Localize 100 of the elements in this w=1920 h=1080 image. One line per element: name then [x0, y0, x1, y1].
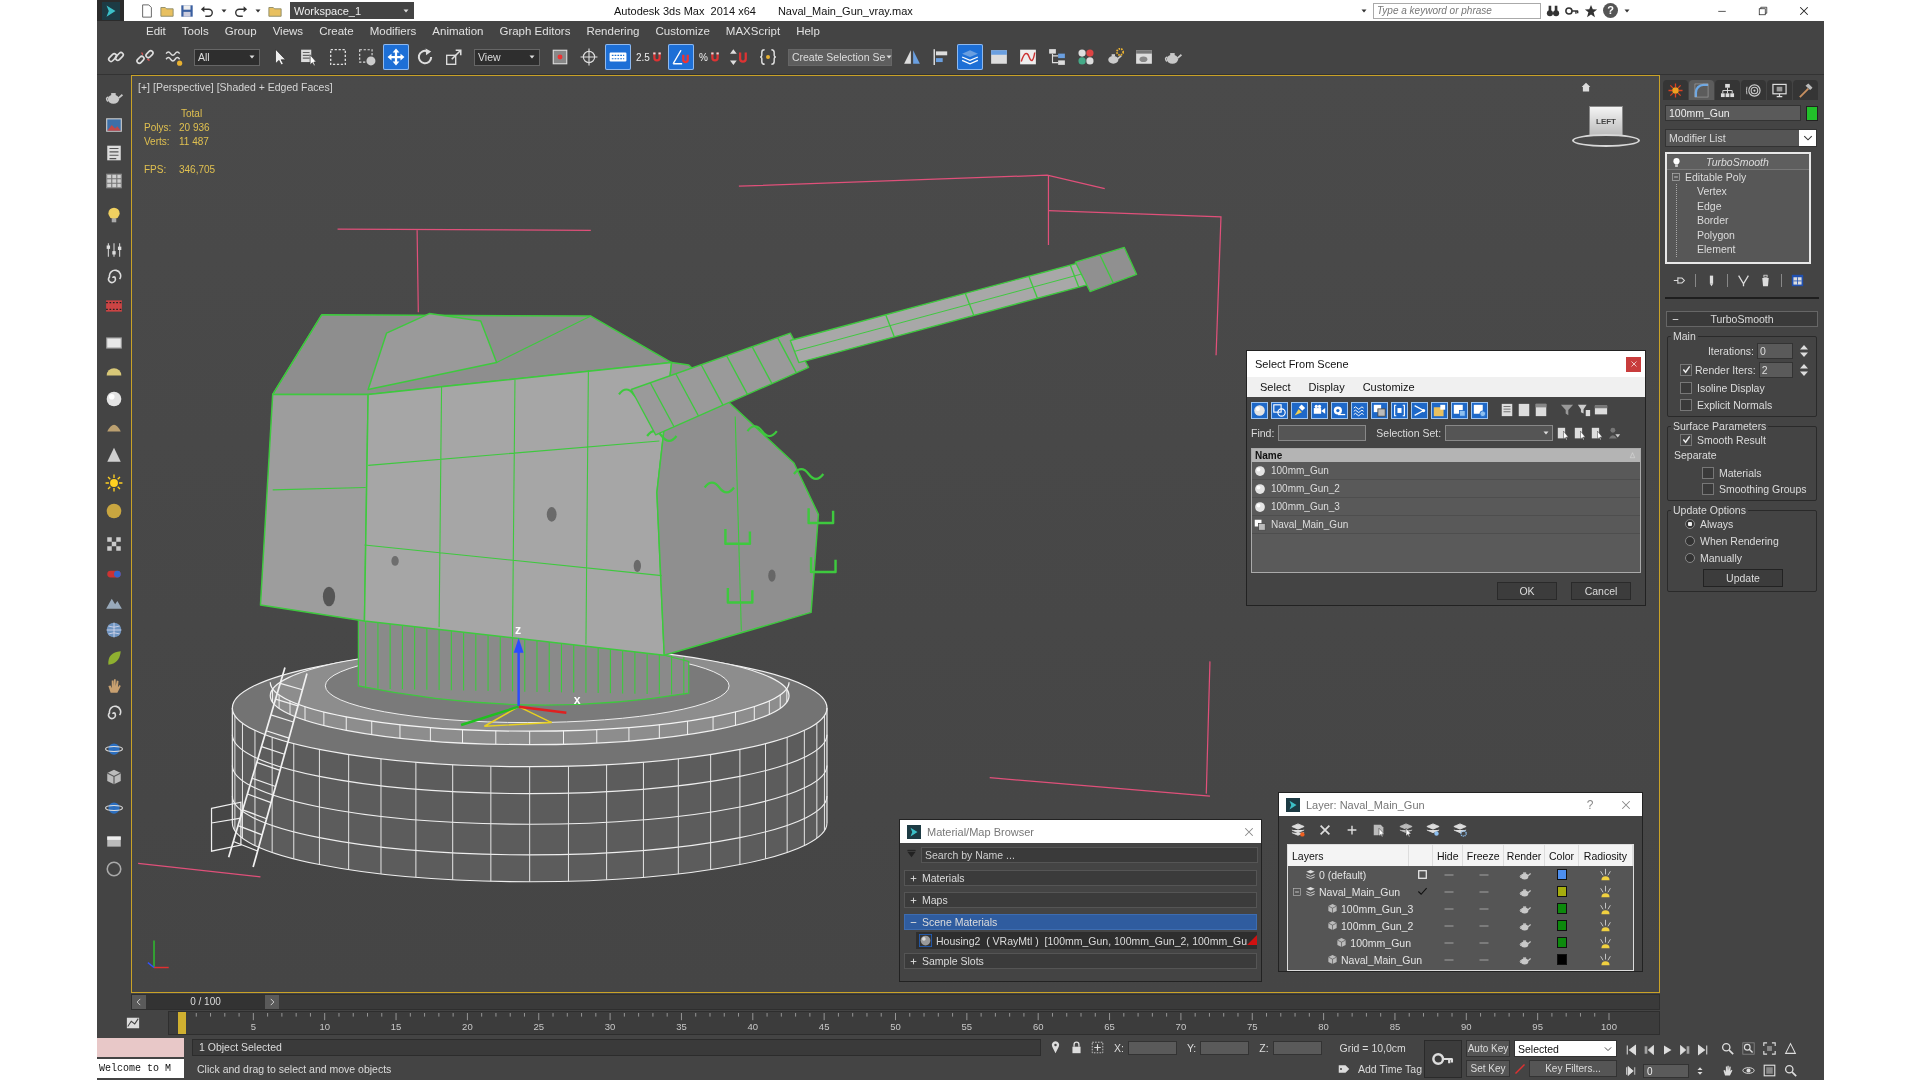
magnifier-icon[interactable] [1784, 1064, 1797, 1077]
group-header[interactable]: Materials [904, 870, 1257, 886]
material-entry[interactable]: Housing2 ( VRayMtl ) [100mm_Gun, 100mm_Gun_2, 100mm_Gu [916, 932, 1257, 949]
close-button[interactable] [1620, 798, 1632, 811]
binoculars-icon[interactable] [1546, 3, 1560, 18]
sun-icon[interactable] [105, 474, 123, 492]
radio-button[interactable] [1685, 518, 1695, 529]
half-sun-icon[interactable] [1598, 936, 1612, 949]
page-cursor-icon[interactable] [1591, 426, 1605, 440]
half-sun-icon[interactable] [1598, 919, 1612, 932]
radio-button[interactable] [1685, 552, 1695, 563]
checkbox[interactable] [1680, 381, 1692, 394]
stack-item[interactable]: TurboSmooth [1667, 155, 1809, 170]
layer-name[interactable]: 0 (default) [1319, 868, 1367, 881]
layers-button[interactable] [956, 44, 983, 70]
viewcube[interactable]: LEFT [1589, 106, 1623, 136]
layer-name[interactable]: Naval_Main_Gun [1319, 885, 1401, 898]
checker-icon[interactable] [105, 535, 123, 553]
key-filters-button[interactable]: Key Filters... [1529, 1060, 1617, 1077]
picture-icon[interactable] [105, 116, 123, 134]
listener-input[interactable] [97, 1038, 184, 1057]
filter-toggle[interactable] [1331, 401, 1348, 419]
maximize-icon[interactable] [1763, 1064, 1776, 1077]
menu-item[interactable]: Edit [138, 24, 174, 37]
coordinate-field[interactable] [1272, 1040, 1322, 1055]
ball-icon[interactable] [105, 502, 123, 520]
bracketed-play-icon[interactable] [1625, 1065, 1637, 1077]
menu-item[interactable]: Customize [1357, 381, 1420, 393]
filter-toggle[interactable] [1471, 401, 1488, 419]
filter-toggle[interactable] [1311, 401, 1328, 419]
dropdown[interactable]: Create Selection Se [787, 48, 892, 66]
display-tab[interactable] [1767, 80, 1792, 100]
half-sun-icon[interactable] [1598, 868, 1612, 881]
checkbox[interactable] [1702, 466, 1714, 479]
help-button[interactable]: ? [1603, 3, 1618, 18]
dropdown[interactable]: All [194, 48, 260, 66]
stack-item[interactable]: Editable Poly [1667, 170, 1809, 184]
filter-toggle[interactable] [1411, 401, 1428, 419]
filter-toggle[interactable] [1251, 401, 1268, 419]
square-cursor-icon[interactable] [1372, 823, 1386, 837]
column-header[interactable]: Color [1545, 845, 1579, 866]
cube-icon[interactable] [105, 768, 123, 786]
bin-icon[interactable] [1759, 273, 1772, 287]
set-key-button[interactable]: Set Key [1466, 1060, 1510, 1077]
track-bar[interactable]: 5 10 15 20 25 30 35 40 45 50 55 60 65 70 75 80 85 90 95 100 [168, 1011, 1660, 1035]
rectangle-icon[interactable] [105, 334, 123, 352]
sub-object-level[interactable]: Polygon [1677, 227, 1735, 242]
modifier-list-dropdown[interactable]: Modifier List [1665, 129, 1817, 147]
half-page-icon[interactable] [1534, 403, 1548, 417]
stack-cursor-icon[interactable] [1399, 823, 1413, 837]
page-icon[interactable] [140, 3, 154, 18]
coordinate-field[interactable] [1127, 1040, 1177, 1055]
cone-icon[interactable] [105, 446, 123, 464]
listener-output[interactable]: Welcome to M [97, 1059, 184, 1078]
frame-marker-icon[interactable] [178, 1012, 186, 1034]
object-name-field[interactable]: 100mm_Gun [1665, 105, 1801, 121]
page-cursor-icon[interactable] [1557, 426, 1571, 440]
filter-toggle[interactable] [1271, 401, 1288, 419]
menu-item[interactable]: Modifiers [361, 24, 425, 37]
swatch-icon[interactable] [1556, 886, 1567, 897]
menu-item[interactable]: Animation [424, 24, 492, 37]
snap-button[interactable]: 2.5 [634, 44, 665, 70]
skip-end-icon[interactable] [1697, 1044, 1709, 1056]
home-icon[interactable] [1581, 82, 1591, 92]
percent-snap-button[interactable]: % [696, 44, 723, 70]
ring-icon[interactable] [105, 860, 123, 878]
checkbox[interactable] [1702, 482, 1714, 495]
menu-item[interactable]: Select [1255, 381, 1296, 393]
filter-toggle[interactable] [1371, 401, 1388, 419]
time-slider-thumb[interactable]: 0 / 100 [132, 995, 279, 1009]
dropdown[interactable]: View [474, 48, 540, 66]
column-header[interactable]: Radiosity [1578, 845, 1633, 866]
filter-toggle[interactable] [1291, 401, 1308, 419]
page-lines-icon[interactable] [1500, 403, 1514, 417]
funnel-icon[interactable] [1560, 403, 1574, 417]
shortcut-button[interactable] [605, 44, 631, 70]
film-icon[interactable] [105, 297, 123, 315]
map-pin-icon[interactable] [1049, 1041, 1062, 1054]
auto-key-button[interactable]: Auto Key [1466, 1040, 1510, 1057]
viewport-menu-label[interactable]: [+] [138, 81, 150, 93]
spinner-field[interactable]: 0 [1757, 342, 1793, 359]
set-keys-button[interactable] [1424, 1040, 1462, 1078]
menu-item[interactable]: Create [311, 24, 362, 37]
menu-item[interactable]: MAXScript [717, 24, 789, 37]
graph-icon[interactable] [125, 1016, 140, 1030]
filter-toggle[interactable] [1391, 401, 1408, 419]
leaf-icon[interactable] [105, 649, 123, 667]
object-name[interactable]: 100mm_Gun [1350, 936, 1411, 949]
filter-toggle[interactable] [1431, 401, 1448, 419]
move-button[interactable] [383, 44, 409, 70]
half-sun-icon[interactable] [1598, 885, 1612, 898]
sliders-icon[interactable] [105, 241, 123, 259]
update-button[interactable]: Update [1703, 569, 1783, 587]
group-header[interactable]: Scene Materials [904, 914, 1257, 930]
sub-object-level[interactable]: Edge [1677, 198, 1722, 213]
current-layer-toggle[interactable] [1417, 886, 1428, 897]
tag-icon[interactable] [1338, 1062, 1350, 1075]
fork-icon[interactable] [1737, 273, 1750, 287]
play-icon[interactable] [1661, 1044, 1673, 1056]
list-icon[interactable] [105, 144, 123, 162]
